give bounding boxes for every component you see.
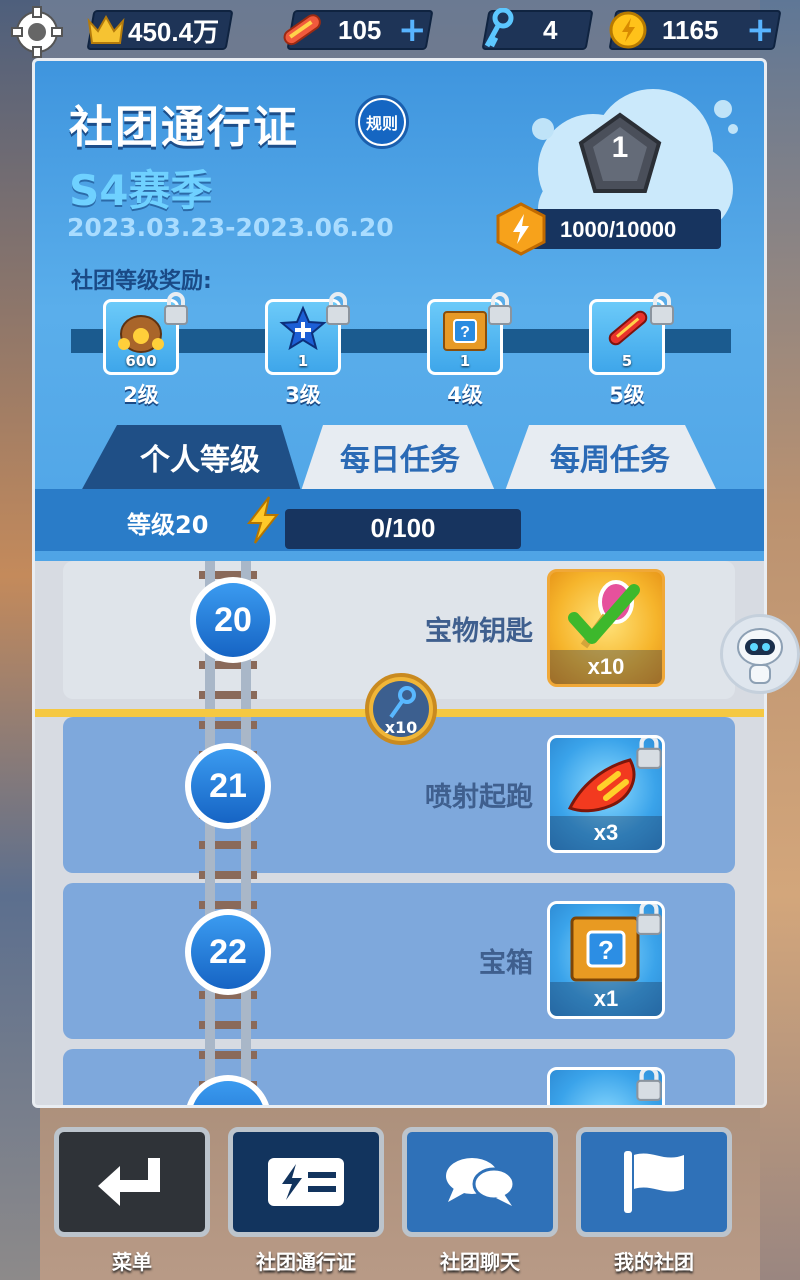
club-reward-level-label: 5级	[609, 383, 645, 407]
crown-value: 450.4万	[128, 16, 220, 47]
club-reward-level-2[interactable]: 600	[103, 292, 188, 375]
personal-level-label: 等级20	[127, 511, 209, 539]
reward-qty: x3	[550, 816, 662, 850]
key-icon	[484, 8, 514, 48]
reward-item-21[interactable]: x3	[547, 735, 665, 853]
reward-qty: x1	[550, 982, 662, 1016]
robot-icon	[737, 628, 783, 684]
reward-count: 600	[125, 352, 157, 370]
crown-icon	[87, 14, 125, 44]
season-dates: 2023.03.23-2023.06.20	[67, 213, 394, 242]
lock-icon	[164, 292, 188, 325]
club-reward-level-label: 3级	[285, 383, 321, 407]
pass-tabs: 个人等级 每日任务 每周任务	[35, 423, 764, 493]
club-reward-level-5[interactable]: 5	[589, 292, 674, 375]
reward-item-23[interactable]	[547, 1067, 665, 1105]
boards-value: 105	[338, 14, 382, 45]
rules-button[interactable]: 规则	[355, 95, 409, 149]
coin-resource: 1165 +	[608, 10, 782, 50]
lock-icon	[636, 738, 662, 769]
reward-name: 宝物钥匙	[425, 616, 533, 647]
level-number: 21	[191, 749, 265, 823]
return-arrow-icon	[98, 1158, 160, 1206]
menu-button[interactable]	[54, 1127, 210, 1237]
my-club-button[interactable]	[576, 1127, 732, 1237]
lock-icon	[636, 904, 662, 935]
tab-weekly-tasks[interactable]: 每周任务	[525, 423, 695, 491]
club-chat-label: 社团聊天	[440, 1250, 520, 1274]
xp-hex-icon	[496, 202, 546, 256]
personal-level-bar: 等级20 0/100	[35, 489, 764, 551]
club-reward-level-label: 2级	[123, 383, 159, 407]
key-icon	[568, 580, 640, 649]
club-pass-nav-button[interactable]	[228, 1127, 384, 1237]
add-boards-button[interactable]: +	[398, 10, 427, 50]
level-number: 22	[191, 915, 265, 989]
club-pass-panel: 社团通行证 规则 S4赛季 2023.03.23-2023.06.20 1 10…	[32, 58, 767, 1108]
add-coins-button[interactable]: +	[746, 10, 775, 50]
tab-daily-tasks[interactable]: 每日任务	[315, 423, 485, 491]
club-rewards-label: 社团等级奖励:	[71, 269, 212, 294]
club-pass-nav-label: 社团通行证	[256, 1250, 356, 1274]
level-reward-list[interactable]: 20 宝物钥匙 x10 21 喷射起跑 x3 22 宝箱 ? x1	[35, 561, 764, 1105]
lock-icon	[326, 292, 350, 325]
reward-name: 宝箱	[479, 948, 533, 979]
club-reward-level-3[interactable]: 1	[265, 292, 350, 375]
pass-header: 社团通行证 规则 S4赛季 2023.03.23-2023.06.20 1 10…	[35, 61, 764, 561]
personal-progress-value: 0/100	[370, 513, 436, 543]
lock-icon	[636, 1070, 662, 1101]
reward-count: 1	[459, 352, 471, 370]
lock-icon	[650, 292, 674, 325]
flag-icon	[624, 1151, 684, 1213]
current-level-marker: x10	[365, 673, 437, 745]
club-xp-value: 1000/10000	[560, 217, 677, 242]
chat-bubbles-icon	[446, 1158, 516, 1206]
my-club-label: 我的社团	[614, 1250, 694, 1274]
level-number: 20	[196, 583, 270, 657]
coin-icon	[609, 11, 647, 49]
club-reward-level-label: 4级	[447, 383, 483, 407]
keys-value: 4	[543, 14, 558, 45]
level-node-22: 22	[185, 909, 271, 995]
keys-icon	[389, 686, 416, 719]
club-chat-button[interactable]	[402, 1127, 558, 1237]
robot-assistant-button[interactable]	[720, 614, 800, 694]
reward-item-20[interactable]: x10	[547, 569, 665, 687]
reward-name: 喷射起跑	[425, 782, 533, 813]
page-title: 社团通行证	[69, 102, 299, 153]
top-resource-bar: 450.4万 105 + 4 1165 +	[0, 0, 800, 62]
reward-qty: x10	[550, 650, 662, 684]
club-reward-level-4[interactable]: ? 1	[427, 292, 512, 375]
svg-text:?: ?	[598, 935, 614, 965]
club-level-value: 1	[611, 131, 629, 164]
gear-icon[interactable]	[10, 5, 64, 59]
tab-personal-level[interactable]: 个人等级	[105, 423, 295, 491]
svg-text:?: ?	[460, 324, 470, 341]
reward-item-22[interactable]: ? x1	[547, 901, 665, 1019]
lock-icon	[488, 292, 512, 325]
pass-ticket-icon	[268, 1158, 344, 1206]
rules-label: 规则	[360, 100, 404, 144]
level-node-20: 20	[190, 577, 276, 663]
hoverboard-resource: 105 +	[283, 10, 434, 50]
season-label: S4赛季	[69, 166, 213, 215]
crown-resource: 450.4万	[86, 10, 234, 50]
marker-qty: x10	[384, 718, 418, 737]
reward-count: 1	[297, 352, 309, 370]
key-resource: 4	[481, 8, 594, 50]
lightning-icon	[246, 496, 280, 544]
reward-count: 5	[621, 352, 633, 370]
coins-value: 1165	[662, 14, 719, 45]
level-node-21: 21	[185, 743, 271, 829]
hoverboard-icon	[283, 14, 321, 46]
menu-label: 菜单	[112, 1250, 152, 1274]
